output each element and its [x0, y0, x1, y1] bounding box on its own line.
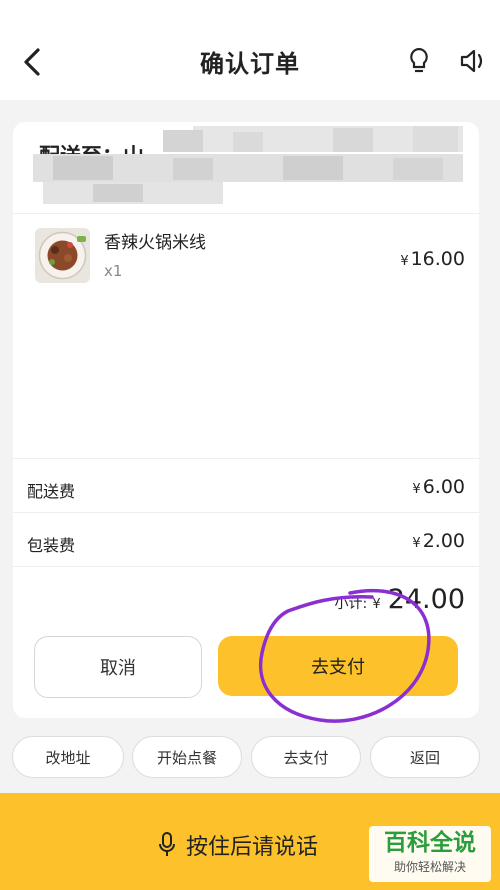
subtotal-value: 24.00	[387, 584, 465, 615]
watermark-main: 百科全说	[384, 830, 476, 856]
address-blurred	[33, 126, 463, 204]
currency-symbol: ¥	[400, 254, 409, 269]
packaging-fee-label: 包装费	[27, 536, 76, 555]
packaging-fee-value: ¥2.00	[412, 530, 465, 552]
cancel-button[interactable]: 取消	[34, 636, 202, 698]
order-card: 配送至：山 香辣火锅米线 x1 ¥16.00 配送费 ¥6.00 包装费 ¥2.…	[13, 122, 479, 718]
currency-symbol: ¥	[412, 536, 421, 551]
currency-symbol: ¥	[412, 482, 421, 497]
voice-input-label: 按住后请说话	[186, 835, 319, 860]
divider	[13, 458, 479, 459]
chip-change-address[interactable]: 改地址	[12, 736, 124, 778]
packaging-fee-amount: 2.00	[422, 530, 465, 552]
item-name: 香辣火锅米线	[104, 233, 206, 253]
food-thumbnail	[35, 228, 90, 283]
chip-back[interactable]: 返回	[370, 736, 480, 778]
pay-button[interactable]: 去支付	[218, 636, 458, 696]
delivery-fee-label: 配送费	[27, 482, 76, 501]
currency-symbol: ¥	[372, 597, 381, 612]
delivery-fee-value: ¥6.00	[412, 476, 465, 498]
item-quantity: x1	[104, 262, 123, 280]
divider	[13, 566, 479, 567]
chip-start-order[interactable]: 开始点餐	[132, 736, 242, 778]
delivery-fee-amount: 6.00	[422, 476, 465, 498]
microphone-icon	[159, 832, 175, 856]
chip-go-pay[interactable]: 去支付	[251, 736, 361, 778]
item-price: ¥16.00	[400, 248, 465, 270]
watermark-sub: 助你轻松解决	[393, 860, 466, 874]
divider	[13, 213, 479, 214]
subtotal: 小计: ¥ 24.00	[335, 584, 465, 615]
quick-action-chips: 改地址 开始点餐 去支付 返回	[12, 736, 488, 778]
app-header: 确认订单	[0, 0, 500, 100]
subtotal-label: 小计:	[334, 596, 368, 612]
speaker-icon[interactable]	[458, 44, 488, 78]
lightbulb-icon[interactable]	[404, 44, 434, 78]
watermark-logo: 百科全说 助你轻松解决	[369, 826, 491, 882]
divider	[13, 512, 479, 513]
item-price-value: 16.00	[410, 248, 465, 270]
